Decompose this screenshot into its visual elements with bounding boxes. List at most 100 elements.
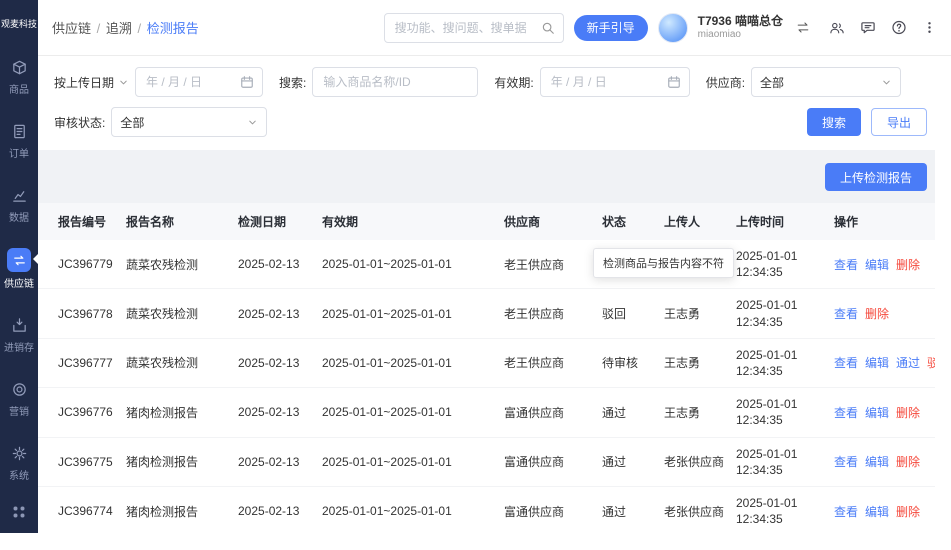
sidebar-item-进销存[interactable]: 进销存 bbox=[0, 312, 38, 356]
cell-validity: 2025-01-01~2025-01-01 bbox=[314, 437, 496, 486]
action-删除[interactable]: 删除 bbox=[896, 406, 920, 420]
sidebar-item-label: 进销存 bbox=[4, 339, 34, 354]
more-icon[interactable] bbox=[922, 20, 937, 35]
audit-status-label: 审核状态: bbox=[54, 114, 105, 131]
action-查看[interactable]: 查看 bbox=[834, 455, 858, 469]
calendar-icon[interactable] bbox=[240, 75, 254, 89]
action-删除[interactable]: 删除 bbox=[896, 505, 920, 519]
breadcrumb-separator: / bbox=[93, 21, 104, 36]
supplier-select-value: 全部 bbox=[760, 74, 784, 91]
validity-date-input[interactable] bbox=[549, 74, 663, 90]
cell-supplier: 富通供应商 bbox=[496, 388, 594, 437]
breadcrumb-separator: / bbox=[134, 21, 145, 36]
header-icons bbox=[829, 20, 937, 35]
message-icon[interactable] bbox=[860, 20, 876, 35]
cell-status: 驳回 bbox=[594, 289, 656, 338]
filter-row-1: 按上传日期 搜索: 有效期: 供应商: 全部 bbox=[54, 67, 935, 97]
sidebar-item-label: 商品 bbox=[9, 81, 29, 96]
action-查看[interactable]: 查看 bbox=[834, 307, 858, 321]
avatar[interactable] bbox=[658, 13, 688, 43]
search-icon[interactable] bbox=[541, 21, 555, 35]
validity-date-field bbox=[540, 67, 690, 97]
cell-actions: 查看删除 bbox=[826, 289, 951, 338]
action-查看[interactable]: 查看 bbox=[834, 406, 858, 420]
cell-report-id: JC396778 bbox=[38, 289, 118, 338]
column-header: 报告编号 bbox=[38, 203, 118, 240]
table-row: JC396777蔬菜农残检测2025-02-132025-01-01~2025-… bbox=[38, 338, 951, 387]
export-button[interactable]: 导出 bbox=[871, 108, 927, 136]
global-search-input[interactable] bbox=[393, 20, 535, 36]
action-查看[interactable]: 查看 bbox=[834, 258, 858, 272]
brand-logo: 观麦科技 bbox=[0, 0, 38, 30]
column-header: 状态 bbox=[594, 203, 656, 240]
sidebar-item-系统[interactable]: 系统 bbox=[0, 440, 38, 484]
store-account: miaomiao bbox=[698, 29, 783, 42]
upload-date-input[interactable] bbox=[144, 74, 236, 90]
store-name: T7936 喵喵总仓 bbox=[698, 14, 783, 29]
table-row: JC396778蔬菜农残检测2025-02-132025-01-01~2025-… bbox=[38, 289, 951, 338]
breadcrumb-item[interactable]: 追溯 bbox=[106, 21, 132, 36]
sidebar-item-数据[interactable]: 数据 bbox=[0, 182, 38, 226]
action-删除[interactable]: 删除 bbox=[865, 307, 889, 321]
data-chart-icon bbox=[8, 184, 30, 206]
filter-row-2: 审核状态: 全部 搜索 导出 bbox=[54, 107, 935, 137]
users-icon[interactable] bbox=[829, 21, 845, 35]
supplier-select[interactable]: 全部 bbox=[751, 67, 901, 97]
cell-status: 待审核 bbox=[594, 338, 656, 387]
action-删除[interactable]: 删除 bbox=[896, 258, 920, 272]
swap-store-icon[interactable] bbox=[795, 21, 811, 34]
cell-upload-time: 2025-01-0112:34:35 bbox=[728, 240, 826, 289]
cell-uploader: 老张供应商 bbox=[656, 486, 728, 533]
apps-grid-icon[interactable] bbox=[0, 503, 38, 521]
breadcrumb: 供应链 / 追溯 / 检测报告 bbox=[52, 18, 199, 37]
breadcrumb-item[interactable]: 检测报告 bbox=[147, 21, 199, 36]
global-search bbox=[384, 13, 564, 43]
store-switcher[interactable]: T7936 喵喵总仓 miaomiao bbox=[698, 14, 783, 42]
cell-report-id: JC396775 bbox=[38, 437, 118, 486]
filter-buttons: 搜索 导出 bbox=[807, 108, 935, 136]
column-header: 有效期 bbox=[314, 203, 496, 240]
chevron-down-icon bbox=[247, 117, 258, 128]
cell-upload-time: 2025-01-0112:34:35 bbox=[728, 289, 826, 338]
breadcrumb-item[interactable]: 供应链 bbox=[52, 21, 91, 36]
cell-report-name: 猪肉检测报告 bbox=[118, 437, 230, 486]
newbie-guide-button[interactable]: 新手引导 bbox=[574, 15, 648, 41]
cell-status: 通过 bbox=[594, 437, 656, 486]
upload-report-button[interactable]: 上传检测报告 bbox=[825, 163, 927, 191]
marketing-icon bbox=[8, 378, 30, 400]
sidebar-item-商品[interactable]: 商品 bbox=[0, 54, 38, 98]
upload-date-field bbox=[135, 67, 263, 97]
sidebar-item-label: 订单 bbox=[9, 145, 29, 160]
action-编辑[interactable]: 编辑 bbox=[865, 356, 889, 370]
table-row: JC396776猪肉检测报告2025-02-132025-01-01~2025-… bbox=[38, 388, 951, 437]
app-window: 观麦科技 商品订单数据供应链进销存营销系统 供应链 / 追溯 / 检测报告 新手… bbox=[0, 0, 951, 533]
action-查看[interactable]: 查看 bbox=[834, 356, 858, 370]
order-doc-icon bbox=[8, 120, 30, 142]
validity-label: 有效期: bbox=[494, 74, 533, 91]
search-button[interactable]: 搜索 bbox=[807, 108, 861, 136]
sidebar-item-营销[interactable]: 营销 bbox=[0, 376, 38, 420]
action-编辑[interactable]: 编辑 bbox=[865, 406, 889, 420]
help-icon[interactable] bbox=[891, 20, 907, 35]
cell-uploader: 王志勇 bbox=[656, 388, 728, 437]
action-通过[interactable]: 通过 bbox=[896, 356, 920, 370]
cell-upload-time: 2025-01-0112:34:35 bbox=[728, 388, 826, 437]
cell-supplier: 富通供应商 bbox=[496, 437, 594, 486]
action-编辑[interactable]: 编辑 bbox=[865, 258, 889, 272]
scrollbar-track[interactable] bbox=[935, 56, 951, 533]
action-编辑[interactable]: 编辑 bbox=[865, 505, 889, 519]
product-search-input[interactable] bbox=[321, 74, 469, 90]
cell-test-date: 2025-02-13 bbox=[230, 437, 314, 486]
action-查看[interactable]: 查看 bbox=[834, 505, 858, 519]
sidebar-item-订单[interactable]: 订单 bbox=[0, 118, 38, 162]
date-type-dropdown[interactable]: 按上传日期 bbox=[54, 74, 129, 91]
action-删除[interactable]: 删除 bbox=[896, 455, 920, 469]
action-编辑[interactable]: 编辑 bbox=[865, 455, 889, 469]
calendar-icon[interactable] bbox=[667, 75, 681, 89]
status-tooltip: 检测商品与报告内容不符 bbox=[593, 248, 734, 278]
audit-status-select[interactable]: 全部 bbox=[111, 107, 267, 137]
system-gear-icon bbox=[8, 442, 30, 464]
sidebar-item-供应链[interactable]: 供应链 bbox=[0, 246, 38, 292]
filter-bar: 按上传日期 搜索: 有效期: 供应商: 全部 bbox=[38, 56, 951, 150]
sidebar-item-label: 系统 bbox=[9, 467, 29, 482]
